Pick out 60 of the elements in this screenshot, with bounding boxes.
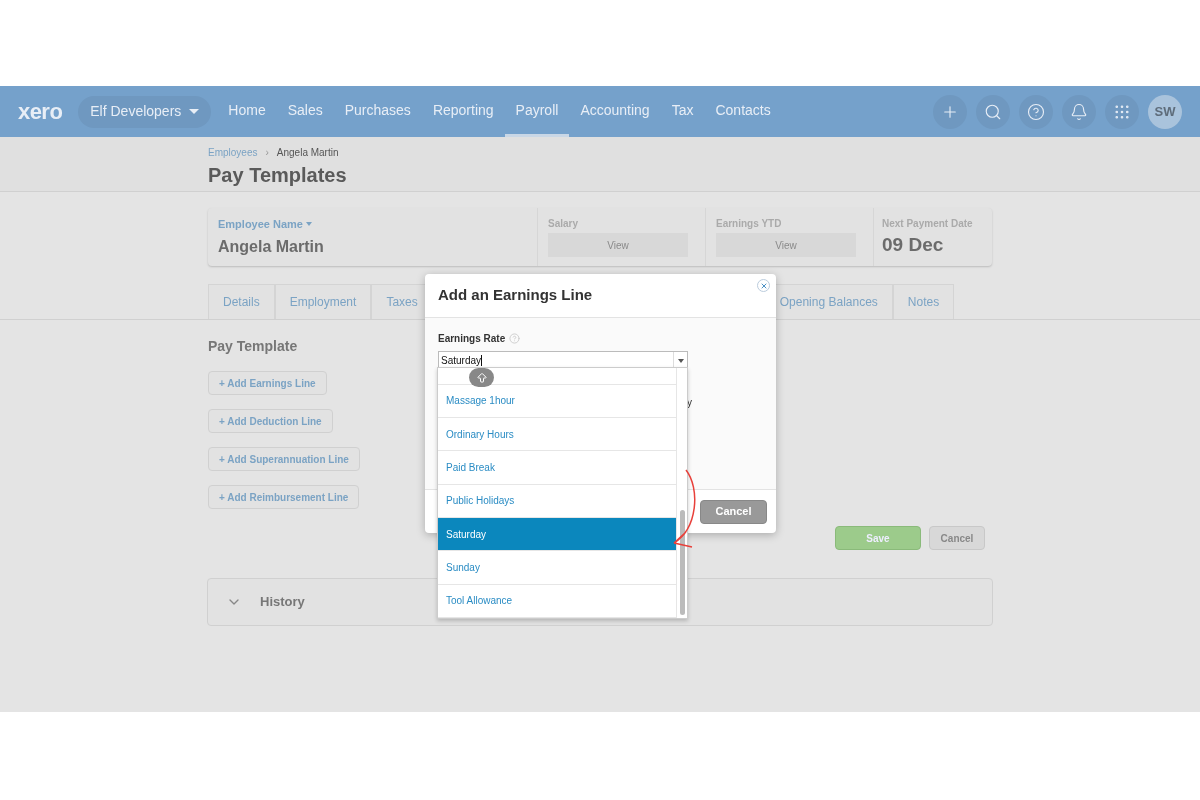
add-button[interactable]	[933, 94, 967, 129]
view-button[interactable]: View	[548, 233, 688, 257]
employee-name: Angela Martin	[218, 236, 325, 257]
help-button[interactable]	[1019, 94, 1053, 129]
employee-name-label[interactable]: Employee Name	[218, 216, 303, 233]
search-button[interactable]	[976, 94, 1010, 129]
modal-cancel-button[interactable]: Cancel	[700, 499, 767, 524]
breadcrumb-link[interactable]: Employees	[208, 145, 258, 160]
scrollbar-thumb[interactable]	[679, 510, 685, 615]
caret-icon	[677, 358, 684, 363]
field-label: Earnings Rate	[438, 332, 506, 346]
search-icon	[984, 102, 1002, 121]
summary-label: Salary	[548, 217, 580, 231]
breadcrumb-separator: ›	[265, 146, 269, 160]
section-title: Pay Template	[208, 337, 298, 356]
dropdown-option[interactable]: Massage 1hour	[438, 384, 676, 419]
tab[interactable]: Notes	[892, 284, 955, 319]
help-icon	[1027, 102, 1045, 121]
add-line-button[interactable]: + Add Deduction Line	[208, 409, 333, 433]
apps-button[interactable]	[1105, 94, 1139, 129]
nav-tab[interactable]: Purchases	[333, 86, 422, 137]
bell-icon	[1070, 102, 1088, 121]
modal-title: Add an Earnings Line	[438, 285, 593, 306]
add-line-button[interactable]: + Add Reimbursement Line	[208, 485, 360, 509]
nav-tab[interactable]: Contacts	[704, 86, 782, 137]
summary-label: Earnings YTD	[716, 217, 783, 231]
tab[interactable]: Details	[208, 284, 275, 319]
dropdown-option[interactable]: Paid Break	[438, 451, 676, 485]
cancel-button[interactable]: Cancel	[929, 526, 985, 550]
view-button[interactable]: View	[716, 233, 856, 257]
caret-icon	[189, 109, 200, 114]
tab[interactable]: Employment	[274, 284, 372, 319]
caret-icon	[306, 222, 312, 227]
summary-label: Next Payment Date	[882, 217, 973, 231]
organisation-menu[interactable]: Elf Developers	[78, 95, 212, 128]
notifications-button[interactable]	[1062, 94, 1096, 129]
dropdown-option[interactable]: Ordinary Hours	[438, 418, 676, 452]
help-icon	[509, 333, 521, 344]
dropdown-option[interactable]: Sunday	[438, 551, 676, 585]
scroll-up-icon[interactable]	[469, 368, 494, 387]
history-title: History	[260, 593, 305, 612]
nav-tab[interactable]: Home	[217, 86, 277, 137]
next-payment-date: 09 Dec	[882, 233, 945, 257]
breadcrumb-current: Angela Martin	[276, 146, 339, 160]
page-title: Pay Templates	[208, 163, 348, 188]
field-value: Saturday	[440, 354, 484, 368]
nav-tab[interactable]: Accounting	[569, 86, 661, 137]
save-button[interactable]: Save	[835, 526, 921, 550]
nav-tab[interactable]: Sales	[276, 86, 334, 137]
close-icon	[759, 281, 768, 290]
logo[interactable]: xero	[18, 95, 63, 128]
add-line-button[interactable]: + Add Earnings Line	[208, 371, 327, 395]
nav-tab[interactable]: Reporting	[421, 86, 505, 137]
nav-tab[interactable]: Tax	[660, 86, 705, 137]
dropdown-option[interactable]: Tool Allowance	[438, 584, 676, 618]
add-line-button[interactable]: + Add Superannuation Line	[208, 447, 360, 471]
grid-icon	[1113, 102, 1131, 121]
text-cursor	[481, 355, 483, 366]
dropdown-option[interactable]: Saturday	[438, 518, 676, 552]
user-avatar[interactable]: SW	[1148, 94, 1182, 129]
